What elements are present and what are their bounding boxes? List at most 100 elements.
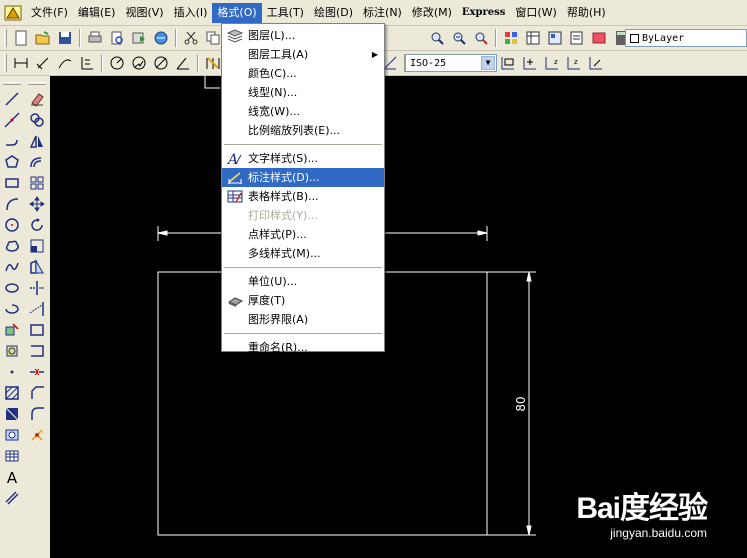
extend-icon[interactable] <box>27 299 47 319</box>
open-file-icon[interactable] <box>33 28 53 48</box>
menu-item-units[interactable]: 单位(U)... <box>222 272 384 291</box>
dimension-edit-icon[interactable] <box>586 53 606 73</box>
inspection-icon[interactable]: z <box>542 53 562 73</box>
angular-dimension-icon[interactable] <box>173 53 193 73</box>
menu-item-table-style[interactable]: 表格样式(B)... <box>222 187 384 206</box>
scale-icon[interactable] <box>27 236 47 256</box>
menu-insert[interactable]: 插入(I) <box>169 3 213 23</box>
chevron-down-icon[interactable]: ▼ <box>481 56 495 70</box>
menu-tools[interactable]: 工具(T) <box>262 3 309 23</box>
zoom-previous-icon[interactable] <box>471 28 491 48</box>
revision-cloud-icon[interactable] <box>2 236 22 256</box>
toolbar-grip[interactable] <box>4 29 7 47</box>
tolerance-icon[interactable] <box>498 53 518 73</box>
menu-item-layer[interactable]: 图层(L)... <box>222 26 384 45</box>
menu-dimension[interactable]: 标注(N) <box>358 3 407 23</box>
etransmit-icon[interactable] <box>151 28 171 48</box>
region-icon[interactable] <box>2 425 22 445</box>
point-icon[interactable] <box>2 362 22 382</box>
multiline-text-icon[interactable]: A <box>2 467 22 487</box>
menu-item-dimension-style[interactable]: 标注样式(D)... <box>222 168 384 187</box>
markup-icon[interactable] <box>589 28 609 48</box>
menu-item-lineweight[interactable]: 线宽(W)... <box>222 102 384 121</box>
jogged-dimension-icon[interactable] <box>129 53 149 73</box>
menu-express[interactable]: Express <box>457 3 510 23</box>
move-icon[interactable] <box>27 194 47 214</box>
ellipse-icon[interactable] <box>2 278 22 298</box>
quick-dimension-icon[interactable] <box>203 53 223 73</box>
menu-modify[interactable]: 修改(M) <box>407 3 457 23</box>
menu-window[interactable]: 窗口(W) <box>510 3 561 23</box>
diameter-dimension-icon[interactable] <box>151 53 171 73</box>
menu-view[interactable]: 视图(V) <box>120 3 168 23</box>
linear-dimension-icon[interactable] <box>11 53 31 73</box>
publish-icon[interactable] <box>129 28 149 48</box>
explode-icon[interactable] <box>27 425 47 445</box>
menu-item-multiline-style[interactable]: 多线样式(M)... <box>222 244 384 263</box>
autocad-app-icon[interactable] <box>4 4 22 22</box>
trim-icon[interactable] <box>27 278 47 298</box>
polyline-icon[interactable] <box>2 131 22 151</box>
copy-object-icon[interactable] <box>27 110 47 130</box>
array-icon[interactable] <box>27 173 47 193</box>
multiline-icon[interactable] <box>2 488 22 508</box>
rotate-icon[interactable] <box>27 215 47 235</box>
aligned-dimension-icon[interactable] <box>33 53 53 73</box>
menu-item-thickness[interactable]: 厚度(T) <box>222 291 384 310</box>
layer-dropdown[interactable]: ByLayer <box>625 29 747 47</box>
polygon-icon[interactable] <box>2 152 22 172</box>
stretch-icon[interactable] <box>27 257 47 277</box>
menu-item-drawing-limits[interactable]: 图形界限(A) <box>222 310 384 329</box>
new-file-icon[interactable] <box>11 28 31 48</box>
rectangle-icon[interactable] <box>2 173 22 193</box>
properties-icon[interactable] <box>501 28 521 48</box>
circle-icon[interactable] <box>2 215 22 235</box>
menu-item-rename[interactable]: 重命名(R)... <box>222 338 384 357</box>
arc-icon[interactable] <box>2 194 22 214</box>
gradient-icon[interactable] <box>2 404 22 424</box>
mirror-icon[interactable] <box>27 131 47 151</box>
menu-item-scale-list[interactable]: 比例缩放列表(E)... <box>222 121 384 140</box>
construction-line-icon[interactable] <box>2 110 22 130</box>
jogged-linear-icon[interactable]: z <box>564 53 584 73</box>
break-at-point-icon[interactable] <box>27 320 47 340</box>
menu-edit[interactable]: 编辑(E) <box>73 3 121 23</box>
menu-item-color[interactable]: 颜色(C)... <box>222 64 384 83</box>
zoom-window-icon[interactable] <box>449 28 469 48</box>
make-block-icon[interactable] <box>2 341 22 361</box>
spline-icon[interactable] <box>2 257 22 277</box>
join-icon[interactable] <box>27 362 47 382</box>
hatch-icon[interactable] <box>2 383 22 403</box>
menu-help[interactable]: 帮助(H) <box>562 3 611 23</box>
menu-item-layer-tools[interactable]: 图层工具(A) ▶ <box>222 45 384 64</box>
design-center-icon[interactable] <box>523 28 543 48</box>
dimension-style-dropdown[interactable]: ISO-25 ▼ <box>405 54 497 72</box>
menu-format[interactable]: 格式(O) <box>212 2 262 23</box>
zoom-realtime-icon[interactable] <box>427 28 447 48</box>
menu-item-text-style[interactable]: A 文字样式(S)... <box>222 149 384 168</box>
sheet-set-icon[interactable] <box>567 28 587 48</box>
offset-icon[interactable] <box>27 152 47 172</box>
menu-item-linetype[interactable]: 线型(N)... <box>222 83 384 102</box>
arc-length-icon[interactable] <box>55 53 75 73</box>
toolbar-grip[interactable] <box>4 54 7 72</box>
print-icon[interactable] <box>85 28 105 48</box>
drawing-canvas[interactable]: 80 Bai度经验 jingyan.baidu.com <box>50 76 747 558</box>
print-preview-icon[interactable] <box>107 28 127 48</box>
break-icon[interactable] <box>27 341 47 361</box>
menu-item-point-style[interactable]: 点样式(P)... <box>222 225 384 244</box>
chamfer-icon[interactable] <box>27 383 47 403</box>
tool-palettes-icon[interactable] <box>545 28 565 48</box>
menu-draw[interactable]: 绘图(D) <box>309 3 358 23</box>
toolbar-grip[interactable] <box>28 82 46 85</box>
copy-icon[interactable] <box>203 28 223 48</box>
save-icon[interactable] <box>55 28 75 48</box>
erase-icon[interactable] <box>27 89 47 109</box>
ellipse-arc-icon[interactable] <box>2 299 22 319</box>
menu-file[interactable]: 文件(F) <box>26 3 73 23</box>
line-icon[interactable] <box>2 89 22 109</box>
insert-block-icon[interactable] <box>2 320 22 340</box>
cut-icon[interactable] <box>181 28 201 48</box>
table-icon[interactable] <box>2 446 22 466</box>
radius-dimension-icon[interactable] <box>107 53 127 73</box>
